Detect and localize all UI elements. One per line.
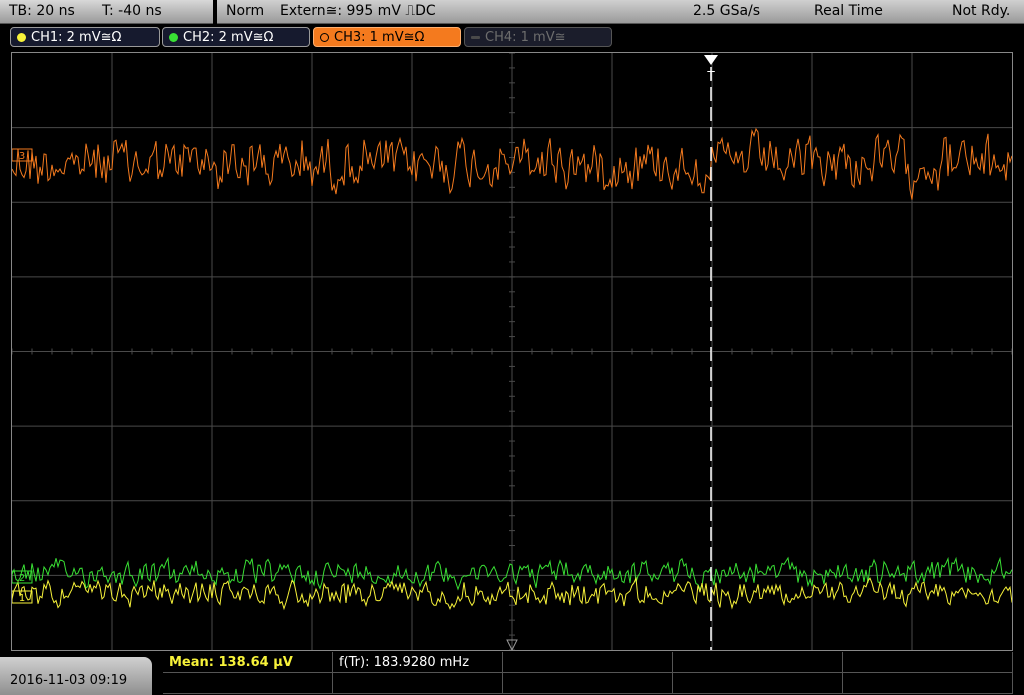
trigger-marker-label: T bbox=[706, 69, 715, 83]
waveform-display[interactable]: T 3 2 1 bbox=[11, 52, 1013, 651]
ch1-marker-label: 1 bbox=[19, 593, 25, 604]
measurement-cell-empty[interactable] bbox=[843, 652, 1013, 673]
channel-tab-label: CH1: 2 mV≅Ω bbox=[31, 30, 122, 45]
channel-tab-label: CH4: 1 mV≅ bbox=[485, 30, 566, 45]
mean-measurement: Mean: 138.64 µV bbox=[169, 655, 293, 670]
ch2-marker-label: 2 bbox=[19, 573, 25, 584]
measurement-panel-row2 bbox=[163, 673, 1024, 695]
channel-tab-ch3[interactable]: CH3: 1 mV≅Ω bbox=[313, 27, 461, 47]
trigger-frequency-measurement: f(Tr): 183.9280 mHz bbox=[339, 655, 470, 670]
graticule-grid bbox=[12, 53, 1012, 650]
datetime-panel: 2016-11-03 09:19 bbox=[0, 657, 152, 695]
measurement-cell-empty[interactable] bbox=[333, 673, 503, 694]
top-status-bar: TB: 20 ns T: -40 ns Norm Extern≅: 995 mV… bbox=[0, 0, 1024, 24]
ch1-color-dot-icon bbox=[17, 33, 26, 42]
measurement-cell[interactable]: Mean: 138.64 µV bbox=[163, 652, 333, 673]
ch3-color-dot-icon bbox=[320, 33, 329, 42]
waveform-plot[interactable]: T 3 2 1 bbox=[12, 53, 1012, 650]
trigger-status: Not Rdy. bbox=[952, 3, 1011, 19]
channel-tab-ch1[interactable]: CH1: 2 mV≅Ω bbox=[10, 27, 160, 47]
ch3-marker-label: 3 bbox=[19, 151, 25, 162]
timebase-value[interactable]: TB: 20 ns bbox=[9, 3, 75, 19]
channel-tab-label: CH2: 2 mV≅Ω bbox=[183, 30, 274, 45]
channel-tab-label: CH3: 1 mV≅Ω bbox=[334, 30, 425, 45]
measurement-cell-empty[interactable] bbox=[843, 673, 1013, 694]
channel-bar: CH1: 2 mV≅Ω CH2: 2 mV≅Ω CH3: 1 mV≅Ω CH4:… bbox=[0, 25, 1024, 49]
ch2-color-dot-icon bbox=[169, 33, 178, 42]
timebase-panel[interactable]: TB: 20 ns T: -40 ns bbox=[0, 0, 213, 24]
datetime-value: 2016-11-03 09:19 bbox=[10, 673, 128, 688]
ch4-off-dash-icon bbox=[471, 36, 480, 39]
trigger-mode[interactable]: Norm bbox=[226, 3, 264, 19]
ch1-offset-marker[interactable]: 1 bbox=[12, 590, 33, 604]
measurement-cell-empty[interactable] bbox=[673, 673, 843, 694]
trigger-source[interactable]: Extern≅: 995 mV ⎍DC bbox=[280, 3, 436, 19]
measurement-panel[interactable]: Mean: 138.64 µV f(Tr): 183.9280 mHz bbox=[163, 652, 1024, 673]
channel-tab-ch2[interactable]: CH2: 2 mV≅Ω bbox=[162, 27, 310, 47]
channel-tab-ch4[interactable]: CH4: 1 mV≅ bbox=[464, 27, 612, 47]
measurement-cell-empty[interactable] bbox=[503, 673, 673, 694]
trigger-time-value[interactable]: T: -40 ns bbox=[102, 3, 162, 19]
sample-rate[interactable]: 2.5 GSa/s bbox=[693, 3, 760, 19]
trigger-position-marker-icon[interactable] bbox=[704, 55, 718, 65]
measurement-cell-empty[interactable] bbox=[163, 673, 333, 694]
trigger-panel[interactable]: Norm Extern≅: 995 mV ⎍DC 2.5 GSa/s Real … bbox=[217, 0, 1024, 24]
measurement-cell-empty[interactable] bbox=[503, 652, 673, 673]
measurement-cell[interactable]: f(Tr): 183.9280 mHz bbox=[333, 652, 503, 673]
acquisition-mode[interactable]: Real Time bbox=[814, 3, 883, 19]
measurement-cell-empty[interactable] bbox=[673, 652, 843, 673]
